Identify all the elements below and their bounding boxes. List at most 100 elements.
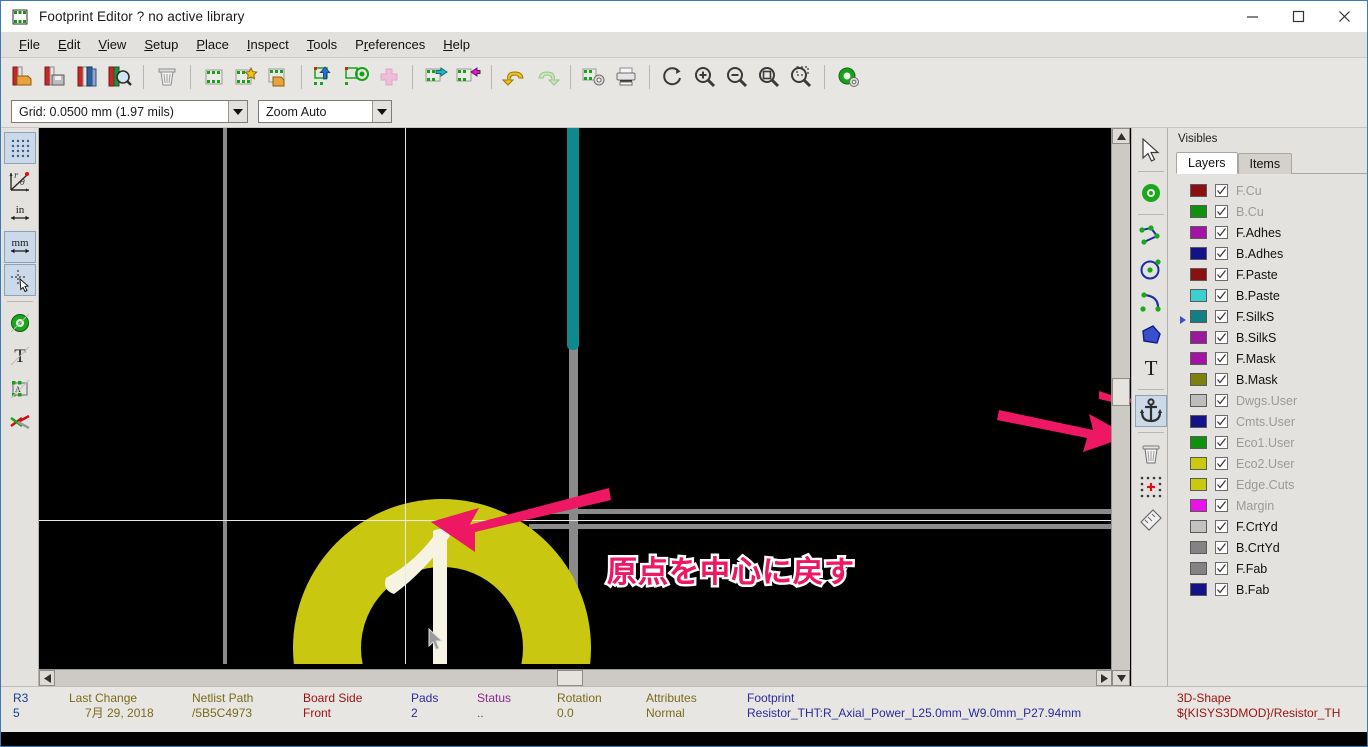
grid-select[interactable]: Grid: 0.0500 mm (1.97 mils) [11, 100, 248, 123]
menu-tools[interactable]: Tools [298, 34, 346, 55]
scroll-up-button[interactable] [1112, 128, 1130, 144]
layer-row-dwgs-user[interactable]: Dwgs.User [1168, 390, 1367, 411]
zoom-fit-icon[interactable] [754, 61, 784, 93]
polar-coords-icon[interactable]: r θ [4, 165, 36, 197]
layer-visibility-checkbox[interactable] [1215, 583, 1228, 596]
units-inch-icon[interactable]: in [4, 198, 36, 230]
layer-row-b-mask[interactable]: B.Mask [1168, 369, 1367, 390]
vertical-scroll-thumb[interactable] [1112, 378, 1130, 406]
new-footprint-wizard-icon[interactable] [231, 61, 261, 93]
layer-row-b-crtyd[interactable]: B.CrtYd [1168, 537, 1367, 558]
canvas-vertical-scrollbar[interactable] [1111, 128, 1130, 686]
layer-row-cmts-user[interactable]: Cmts.User [1168, 411, 1367, 432]
set-anchor-icon[interactable] [1135, 395, 1167, 427]
layer-color-swatch[interactable] [1190, 457, 1207, 470]
horizontal-scroll-thumb[interactable] [557, 670, 583, 686]
chevron-down-icon[interactable] [228, 101, 247, 122]
import-footprint-board-icon[interactable] [310, 61, 340, 93]
scroll-left-button[interactable] [39, 670, 55, 686]
layer-color-swatch[interactable] [1190, 583, 1207, 596]
draw-polygon-icon[interactable] [1135, 319, 1167, 351]
layer-visibility-checkbox[interactable] [1215, 331, 1228, 344]
layer-visibility-checkbox[interactable] [1215, 352, 1228, 365]
layer-visibility-checkbox[interactable] [1215, 541, 1228, 554]
layer-visibility-checkbox[interactable] [1215, 247, 1228, 260]
zoom-in-icon[interactable] [690, 61, 720, 93]
layer-visibility-checkbox[interactable] [1215, 478, 1228, 491]
layer-row-eco2-user[interactable]: Eco2.User [1168, 453, 1367, 474]
draw-arc-icon[interactable] [1135, 286, 1167, 318]
menu-help[interactable]: Help [434, 34, 479, 55]
menu-inspect[interactable]: Inspect [238, 34, 298, 55]
layer-row-b-fab[interactable]: B.Fab [1168, 579, 1367, 600]
delete-footprint-icon[interactable] [152, 61, 182, 93]
measure-tool-icon[interactable] [1135, 504, 1167, 536]
tab-items[interactable]: Items [1238, 153, 1293, 174]
minimize-button[interactable] [1229, 1, 1275, 32]
units-mm-icon[interactable]: mm [4, 231, 36, 263]
layer-visibility-checkbox[interactable] [1215, 373, 1228, 386]
layer-color-swatch[interactable] [1190, 205, 1207, 218]
layer-color-swatch[interactable] [1190, 436, 1207, 449]
chevron-down-icon[interactable] [372, 101, 391, 122]
layer-row-b-cu[interactable]: B.Cu [1168, 201, 1367, 222]
draw-circle-icon[interactable] [1135, 253, 1167, 285]
delete-item-icon[interactable] [1135, 438, 1167, 470]
layer-color-swatch[interactable] [1190, 226, 1207, 239]
layer-row-f-adhes[interactable]: F.Adhes [1168, 222, 1367, 243]
add-pad-icon[interactable] [1135, 177, 1167, 209]
layer-row-f-mask[interactable]: F.Mask [1168, 348, 1367, 369]
canvas-viewport[interactable]: 原点を中心に戻す 原点を中心に戻す [39, 128, 1114, 664]
refresh-icon[interactable] [658, 61, 688, 93]
scroll-right-button[interactable] [1096, 670, 1112, 686]
zoom-select[interactable]: Zoom Auto [258, 100, 392, 123]
layer-visibility-checkbox[interactable] [1215, 289, 1228, 302]
zoom-area-icon[interactable] [786, 61, 816, 93]
layer-visibility-checkbox[interactable] [1215, 226, 1228, 239]
show-text-sketch-icon[interactable]: T [4, 340, 36, 372]
toggle-grid-icon[interactable] [4, 132, 36, 164]
layer-color-swatch[interactable] [1190, 247, 1207, 260]
print-icon[interactable] [611, 61, 641, 93]
layer-row-f-paste[interactable]: F.Paste [1168, 264, 1367, 285]
layer-visibility-checkbox[interactable] [1215, 184, 1228, 197]
layer-color-swatch[interactable] [1190, 331, 1207, 344]
footprint-properties-icon[interactable] [579, 61, 609, 93]
layer-row-margin[interactable]: Margin [1168, 495, 1367, 516]
layer-row-f-crtyd[interactable]: F.CrtYd [1168, 516, 1367, 537]
layer-color-swatch[interactable] [1190, 394, 1207, 407]
cursor-shape-icon[interactable] [4, 264, 36, 296]
undo-icon[interactable] [500, 61, 530, 93]
layer-visibility-checkbox[interactable] [1215, 415, 1228, 428]
open-library-icon[interactable] [9, 61, 39, 93]
layer-visibility-checkbox[interactable] [1215, 520, 1228, 533]
layer-color-swatch[interactable] [1190, 499, 1207, 512]
show-pads-sketch-icon[interactable] [4, 307, 36, 339]
menu-edit[interactable]: Edit [49, 34, 89, 55]
menu-file[interactable]: File [10, 34, 49, 55]
layer-row-f-fab[interactable]: F.Fab [1168, 558, 1367, 579]
layer-visibility-checkbox[interactable] [1215, 205, 1228, 218]
layer-visibility-checkbox[interactable] [1215, 436, 1228, 449]
zoom-out-icon[interactable] [722, 61, 752, 93]
import-footprint-icon[interactable] [421, 61, 451, 93]
library-browser-icon[interactable] [73, 61, 103, 93]
layer-row-b-paste[interactable]: B.Paste [1168, 285, 1367, 306]
new-footprint-icon[interactable] [199, 61, 229, 93]
canvas-horizontal-scrollbar[interactable] [39, 669, 1112, 686]
scroll-down-button[interactable] [1112, 670, 1130, 686]
layer-color-swatch[interactable] [1190, 541, 1207, 554]
tab-layers[interactable]: Layers [1176, 152, 1238, 174]
layer-color-swatch[interactable] [1190, 415, 1207, 428]
layer-visibility-checkbox[interactable] [1215, 562, 1228, 575]
layer-color-swatch[interactable] [1190, 310, 1207, 323]
layer-color-swatch[interactable] [1190, 352, 1207, 365]
add-text-icon[interactable]: T [1135, 352, 1167, 384]
show-graphics-sketch-icon[interactable]: A [4, 373, 36, 405]
set-grid-origin-icon[interactable] [1135, 471, 1167, 503]
layer-row-b-silks[interactable]: B.SilkS [1168, 327, 1367, 348]
menu-preferences[interactable]: Preferences [346, 34, 434, 55]
layer-color-swatch[interactable] [1190, 478, 1207, 491]
layer-visibility-checkbox[interactable] [1215, 268, 1228, 281]
select-cursor-icon[interactable] [1135, 134, 1167, 166]
